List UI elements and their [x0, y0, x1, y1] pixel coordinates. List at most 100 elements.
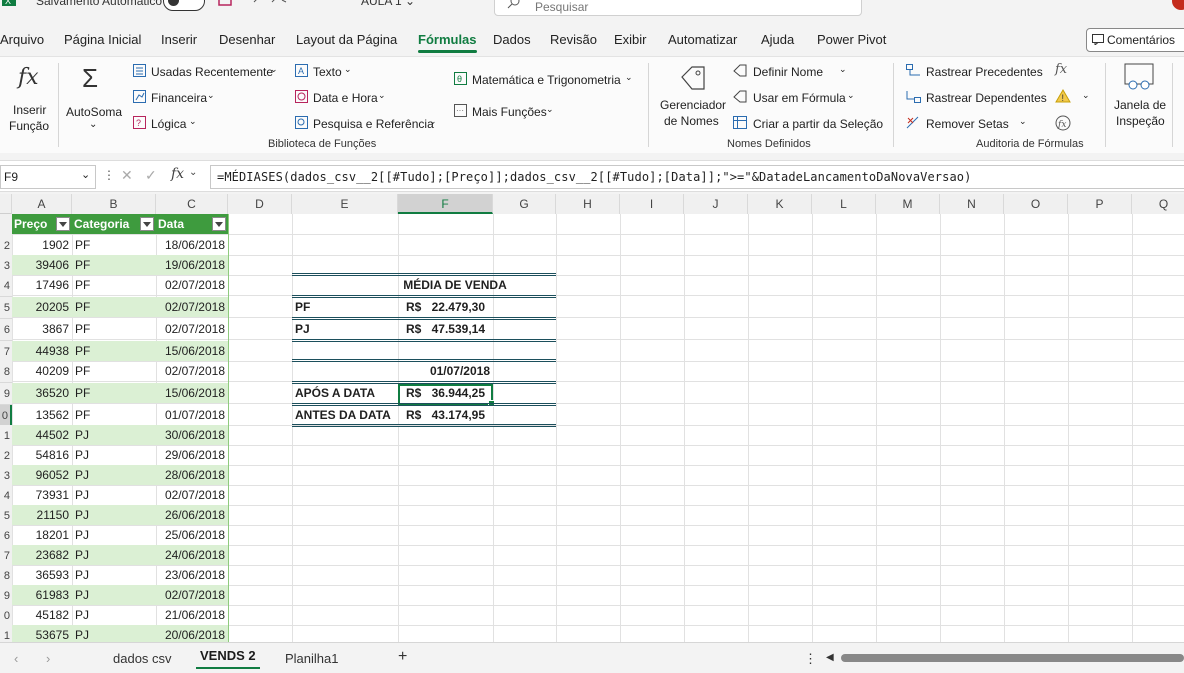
cell-categoria[interactable]: PF — [72, 341, 156, 361]
evaluate-formula-icon[interactable]: fx — [1055, 115, 1071, 131]
cell-categoria[interactable]: PJ — [72, 605, 156, 625]
save-icon[interactable] — [218, 0, 232, 6]
cell-data[interactable]: 02/07/2018 — [156, 297, 228, 317]
row-header[interactable]: 4 — [0, 485, 12, 507]
cell-categoria[interactable]: PF — [72, 235, 156, 255]
cell-preco[interactable]: 17496 — [12, 275, 72, 295]
cell-data[interactable]: 02/07/2018 — [156, 275, 228, 295]
cell-categoria[interactable]: PF — [72, 383, 156, 403]
summary-pf-label[interactable]: PF — [295, 297, 395, 317]
column-header-B[interactable]: B — [72, 194, 156, 214]
cell-data[interactable]: 02/07/2018 — [156, 361, 228, 381]
formula-input[interactable]: =MÉDIASES(dados_csv__2[[#Tudo];[Preço]];… — [210, 165, 1184, 189]
cell-data[interactable]: 19/06/2018 — [156, 255, 228, 275]
column-header-H[interactable]: H — [556, 194, 620, 214]
menu-tab-7[interactable]: Revisão — [550, 32, 597, 47]
menu-tab-4[interactable]: Layout da Página — [296, 32, 397, 47]
cell-data[interactable]: 25/06/2018 — [156, 525, 228, 545]
summary-after-label[interactable]: APÓS A DATA — [295, 383, 395, 403]
insert-function-button[interactable]: fx Inserir Função — [6, 63, 52, 133]
cell-categoria[interactable]: PJ — [72, 585, 156, 605]
column-header-C[interactable]: C — [156, 194, 228, 214]
name-manager-button[interactable]: Gerenciador de Nomes — [656, 63, 728, 133]
cell-preco[interactable]: 23682 — [12, 545, 72, 565]
row-header[interactable]: 0 — [0, 405, 12, 427]
use-in-formula-button[interactable]: Usar em Fórmula — [753, 91, 846, 105]
add-sheet-icon[interactable]: + — [398, 648, 407, 666]
cell-preco[interactable]: 96052 — [12, 465, 72, 485]
select-all-corner[interactable] — [0, 194, 12, 214]
trace-precedents-button[interactable]: Rastrear Precedentes — [926, 65, 1043, 79]
summary-pf-value[interactable]: 22.479,30 — [426, 297, 488, 317]
cell-preco[interactable]: 45182 — [12, 605, 72, 625]
cell-data[interactable]: 28/06/2018 — [156, 465, 228, 485]
row-header[interactable]: 2 — [0, 235, 12, 257]
menu-tab-1[interactable]: Página Inicial — [64, 32, 141, 47]
column-header-K[interactable]: K — [748, 194, 812, 214]
cancel-icon[interactable]: ✕ — [121, 167, 133, 184]
column-header-A[interactable]: A — [12, 194, 72, 214]
column-header-O[interactable]: O — [1004, 194, 1068, 214]
financial-button[interactable]: Financeira — [151, 91, 207, 105]
cell-preco[interactable]: 1902 — [12, 235, 72, 255]
row-header[interactable]: 8 — [0, 565, 12, 587]
error-checking-icon[interactable]: ! — [1055, 89, 1071, 103]
define-name-button[interactable]: Definir Nome — [753, 65, 823, 79]
datetime-button[interactable]: Data e Hora — [313, 91, 378, 105]
more-icon[interactable]: ⋮ — [804, 651, 817, 667]
sheet-tab-dados-csv[interactable]: dados csv — [113, 651, 172, 666]
row-header[interactable]: 6 — [0, 319, 12, 341]
cell-preco[interactable]: 39406 — [12, 255, 72, 275]
column-header-E[interactable]: E — [292, 194, 398, 214]
cell-categoria[interactable]: PJ — [72, 505, 156, 525]
cell-data[interactable]: 15/06/2018 — [156, 383, 228, 403]
remove-arrows-button[interactable]: Remover Setas — [926, 117, 1009, 131]
cell-categoria[interactable]: PF — [72, 405, 156, 425]
column-header-L[interactable]: L — [812, 194, 876, 214]
row-header[interactable]: 9 — [0, 585, 12, 607]
cell-categoria[interactable]: PF — [72, 297, 156, 317]
undo-icon[interactable] — [252, 0, 292, 6]
summary-before-label[interactable]: ANTES DA DATA — [295, 405, 395, 425]
cell-categoria[interactable]: PJ — [72, 425, 156, 445]
cell-data[interactable]: 24/06/2018 — [156, 545, 228, 565]
cell-preco[interactable]: 20205 — [12, 297, 72, 317]
cell-preco[interactable]: 73931 — [12, 485, 72, 505]
row-header[interactable]: 9 — [0, 383, 12, 405]
cell-preco[interactable]: 13562 — [12, 405, 72, 425]
comments-button[interactable]: Comentários — [1086, 28, 1184, 52]
cell-data[interactable]: 26/06/2018 — [156, 505, 228, 525]
row-header[interactable]: 7 — [0, 545, 12, 567]
column-header-F[interactable]: F — [398, 194, 493, 214]
lookup-button[interactable]: Pesquisa e Referência — [313, 117, 434, 131]
cell-preco[interactable]: 36593 — [12, 565, 72, 585]
cell-preco[interactable]: 21150 — [12, 505, 72, 525]
row-header[interactable]: 1 — [0, 625, 12, 642]
trace-dependents-button[interactable]: Rastrear Dependentes — [926, 91, 1047, 105]
cell-data[interactable]: 20/06/2018 — [156, 625, 228, 642]
active-cell-selection[interactable] — [398, 384, 495, 407]
cell-preco[interactable]: 36520 — [12, 383, 72, 403]
next-sheet-icon[interactable]: › — [46, 651, 50, 666]
menu-tab-5[interactable]: Fórmulas — [418, 32, 477, 53]
text-button[interactable]: Texto — [313, 65, 342, 79]
cell-preco[interactable]: 18201 — [12, 525, 72, 545]
file-name[interactable]: AULA 1 ⌄ — [361, 0, 415, 8]
filter-dropdown-icon[interactable] — [56, 217, 70, 231]
horizontal-scrollbar[interactable] — [841, 654, 1184, 662]
column-header-J[interactable]: J — [684, 194, 748, 214]
cell-data[interactable]: 23/06/2018 — [156, 565, 228, 585]
cell-preco[interactable]: 40209 — [12, 361, 72, 381]
math-button[interactable]: Matemática e Trigonometria — [472, 73, 621, 87]
menu-tab-6[interactable]: Dados — [493, 32, 531, 47]
row-header[interactable]: 7 — [0, 341, 12, 363]
row-header[interactable]: 1 — [0, 425, 12, 447]
cell-categoria[interactable]: PJ — [72, 525, 156, 545]
table-header-data[interactable]: Data — [156, 214, 228, 234]
row-header[interactable]: 0 — [0, 605, 12, 627]
cell-preco[interactable]: 44938 — [12, 341, 72, 361]
cell-data[interactable]: 30/06/2018 — [156, 425, 228, 445]
recent-button[interactable]: Usadas Recentemente — [151, 65, 273, 79]
cell-data[interactable]: 29/06/2018 — [156, 445, 228, 465]
row-header[interactable]: 5 — [0, 505, 12, 527]
